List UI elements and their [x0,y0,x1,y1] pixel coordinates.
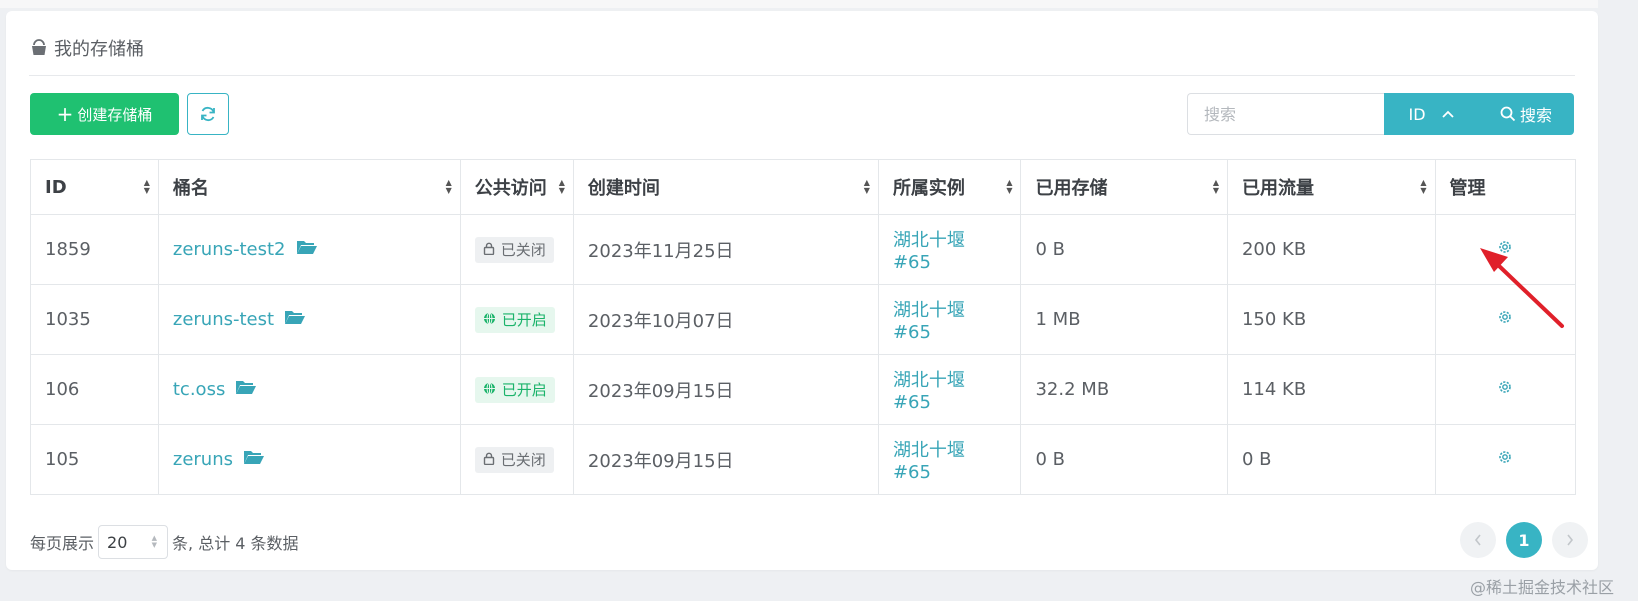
cell-traffic: 0 B [1226,424,1436,495]
prev-page-button[interactable] [1460,522,1496,558]
bucket-name-link[interactable]: zeruns-test [173,309,274,330]
cell-created: 2023年11月25日 [572,214,879,285]
gear-icon[interactable] [1497,239,1513,260]
refresh-button[interactable] [187,93,229,135]
page-size-select[interactable]: 20 ▲ ▼ [98,525,169,559]
access-badge-open: 已开启 [474,376,555,403]
cell-id: 105 [30,424,159,495]
cell-storage: 1 MB [1020,284,1228,355]
chevron-right-icon [1567,534,1574,546]
instance-link[interactable]: 湖北十堰 #65 [893,230,965,273]
sort-icon[interactable]: ▲ ▼ [1006,179,1012,195]
per-page-label: 每页展示 [30,534,95,553]
search-button-label: 搜索 [1519,106,1552,125]
cell-id: 1035 [30,284,159,355]
globe-icon [483,311,496,329]
table-header-row: ID ▲ ▼ 桶名 ▲ ▼ 公共访问 ▲ ▼ 创建时间 ▲ ▼ 所属实例 ▲ ▼ 已用存储 ▲ ▼ 已用… [30,159,1576,215]
gear-icon[interactable] [1497,449,1513,470]
title-divider [29,75,1575,76]
cell-traffic: 114 KB [1226,354,1436,425]
bucket-card: 我的存储桶 + 创建存储桶 ID 搜索 [6,11,1598,570]
instance-link[interactable]: 湖北十堰 #65 [893,300,965,343]
bucket-table: ID ▲ ▼ 桶名 ▲ ▼ 公共访问 ▲ ▼ 创建时间 ▲ ▼ 所属实例 ▲ ▼ 已用存储 ▲ ▼ 已用… [30,159,1576,495]
plus-icon: + [56,102,74,126]
column-header-storage[interactable]: 已用存储 ▲ ▼ [1020,159,1228,215]
cell-id: 1859 [30,214,159,285]
column-header-id[interactable]: ID ▲ ▼ [30,159,159,215]
table-row: 1035 zeruns-test 已开启 2023年10月07日 湖北十堰 #6… [30,284,1576,355]
gear-icon[interactable] [1497,309,1513,330]
page-title: 我的存储桶 [54,39,144,60]
total-count-text: 条, 总计 4 条数据 [172,534,299,553]
gear-icon[interactable] [1497,379,1513,400]
sort-icon[interactable]: ▲ ▼ [1420,179,1426,195]
bucket-name-link[interactable]: zeruns [173,449,233,470]
cell-traffic: 150 KB [1226,284,1436,355]
chevron-up-icon [1441,107,1454,121]
access-badge-closed: 已关闭 [474,236,554,263]
cell-storage: 0 B [1020,214,1228,285]
watermark: @稀土掘金技术社区 [1470,578,1615,597]
column-header-created[interactable]: 创建时间 ▲ ▼ [572,159,879,215]
instance-link[interactable]: 湖北十堰 #65 [893,440,965,483]
table-row: 105 zeruns 已关闭 2023年09月15日 湖北十堰 #65 0 B … [30,424,1576,495]
lock-icon [483,451,495,469]
search-field-select[interactable]: ID [1384,93,1478,135]
instance-link[interactable]: 湖北十堰 #65 [893,370,965,413]
search-group: ID 搜索 [1187,93,1574,135]
chevron-left-icon [1474,534,1481,546]
table-row: 1859 zeruns-test2 已关闭 2023年11月25日 湖北十堰 #… [30,214,1576,285]
column-header-traffic[interactable]: 已用流量 ▲ ▼ [1226,159,1436,215]
table-footer: 每页展示 20 ▲ ▼ 条, 总计 4 条数据 [30,525,299,559]
search-icon [1500,106,1516,122]
search-input[interactable] [1187,93,1384,135]
cell-created: 2023年10月07日 [572,284,879,355]
page-size-value: 20 [107,532,128,552]
refresh-icon [201,106,215,122]
access-badge-closed: 已关闭 [474,446,554,473]
column-header-manage: 管理 [1434,159,1576,215]
bucket-name-link[interactable]: tc.oss [173,379,225,400]
column-header-instance[interactable]: 所属实例 ▲ ▼ [877,159,1022,215]
cell-created: 2023年09月15日 [572,424,879,495]
pagination: 1 [1455,522,1593,558]
card-title: 我的存储桶 [30,35,144,61]
column-header-access[interactable]: 公共访问 ▲ ▼ [459,159,574,215]
create-bucket-label: 创建存储桶 [77,105,153,124]
folder-open-icon[interactable] [284,308,306,331]
bucket-name-link[interactable]: zeruns-test2 [173,239,286,260]
cell-storage: 0 B [1020,424,1228,495]
cell-storage: 32.2 MB [1020,354,1228,425]
sort-icon[interactable]: ▲ ▼ [864,179,870,195]
sort-icon[interactable]: ▲ ▼ [446,179,452,195]
create-bucket-button[interactable]: + 创建存储桶 [30,93,179,135]
lock-icon [483,241,495,259]
cell-id: 106 [30,354,159,425]
top-strip [0,0,1598,8]
search-button[interactable]: 搜索 [1478,93,1574,135]
sort-icon[interactable]: ▲ ▼ [144,179,150,195]
search-field-value: ID [1408,104,1426,124]
sort-icon[interactable]: ▲ ▼ [559,179,565,195]
cell-traffic: 200 KB [1226,214,1436,285]
folder-open-icon[interactable] [296,238,318,261]
table-row: 106 tc.oss 已开启 2023年09月15日 湖北十堰 #65 32.2… [30,354,1576,425]
globe-icon [483,381,496,399]
access-badge-open: 已开启 [474,306,555,333]
stepper-icon: ▲ ▼ [151,534,158,549]
column-header-name[interactable]: 桶名 ▲ ▼ [157,159,461,215]
folder-open-icon[interactable] [243,448,265,471]
folder-open-icon[interactable] [235,378,257,401]
sort-icon[interactable]: ▲ ▼ [1213,179,1219,195]
page-button-current[interactable]: 1 [1506,522,1542,558]
cell-created: 2023年09月15日 [572,354,879,425]
next-page-button[interactable] [1552,522,1588,558]
bucket-icon [30,39,48,57]
